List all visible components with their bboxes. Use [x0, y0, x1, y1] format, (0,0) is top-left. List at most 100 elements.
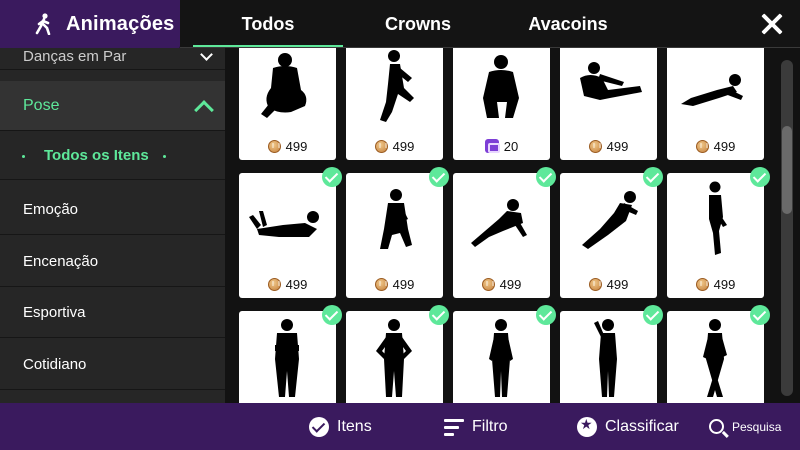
pose-standing-casual-icon — [489, 319, 513, 397]
animation-card[interactable]: 499 — [346, 48, 443, 160]
sort-label: Classificar — [605, 417, 679, 435]
sidebar-item-label: Encenação — [23, 253, 99, 270]
bullet-icon — [22, 155, 25, 158]
bottom-toolbar: Itens Filtro Classificar Pesquisa — [0, 403, 800, 450]
sidebar-item-dancas-em-par[interactable]: Danças em Par — [0, 48, 225, 70]
animation-card[interactable]: 499 — [453, 167, 556, 298]
avacoin-icon — [588, 277, 602, 291]
scrollbar-track[interactable] — [781, 60, 793, 396]
search-icon — [709, 419, 724, 434]
sidebar-item-emocao[interactable]: Emoção — [0, 185, 225, 235]
price-value: 499 — [499, 276, 522, 292]
search-button[interactable]: Pesquisa — [709, 403, 781, 450]
pose-reclined-icon — [582, 191, 638, 249]
price-value: 499 — [713, 138, 736, 154]
animation-card[interactable]: 499 — [560, 167, 663, 298]
pose-squat-icon — [483, 55, 519, 118]
scrollbar-thumb[interactable] — [782, 126, 792, 214]
sidebar-subitem-todos-os-itens[interactable]: Todos os Itens — [0, 132, 225, 180]
avacoin-icon — [267, 139, 281, 153]
chevron-up-icon — [194, 100, 214, 120]
animation-card[interactable]: 499 — [560, 48, 657, 160]
pose-lying-chin-icon — [249, 211, 319, 237]
animation-card[interactable]: 499 — [239, 167, 342, 298]
sidebar-item-label: Emoção — [23, 201, 79, 218]
animation-card[interactable]: 20 — [453, 48, 550, 160]
avacoin-icon — [267, 277, 281, 291]
pose-kneeling-side-icon — [380, 50, 414, 122]
section-title: Animações — [0, 0, 195, 48]
avacoin-icon — [374, 139, 388, 153]
price-tag: 499 — [239, 138, 336, 154]
animation-card[interactable]: 499 — [667, 167, 770, 298]
crown-currency-icon — [484, 139, 500, 153]
price-value: 499 — [392, 138, 415, 154]
pose-standing-crossed-legs-icon — [703, 319, 727, 397]
sidebar-item-cotidiano[interactable]: Cotidiano — [0, 340, 225, 390]
owned-check-icon — [536, 167, 556, 187]
price-tag: 499 — [667, 138, 764, 154]
price-tag: 499 — [560, 138, 657, 154]
avacoin-icon — [481, 277, 495, 291]
sidebar-item-encenacao[interactable]: Encenação — [0, 237, 225, 287]
animation-card[interactable] — [239, 305, 342, 403]
pose-sitting-knee-up-icon — [380, 189, 412, 249]
filter-button[interactable]: Filtro — [444, 403, 508, 450]
avacoin-icon — [374, 277, 388, 291]
animation-card[interactable] — [560, 305, 663, 403]
animation-card[interactable]: 499 — [346, 167, 449, 298]
animation-card[interactable] — [667, 305, 770, 403]
owned-check-icon — [750, 167, 770, 187]
animation-card[interactable]: 499 — [239, 48, 336, 160]
pose-standing-hand-head-icon — [594, 319, 617, 397]
tab-crowns[interactable]: Crowns — [343, 0, 493, 48]
animation-card[interactable] — [453, 305, 556, 403]
owned-check-icon — [429, 167, 449, 187]
tab-bar: Todos Crowns Avacoins — [180, 0, 800, 48]
price-tag: 499 — [346, 276, 443, 292]
animation-card[interactable] — [346, 305, 449, 403]
pose-lying-prone-icon — [681, 74, 743, 106]
pose-standing-arms-crossed-icon — [275, 319, 299, 397]
pose-lying-side-icon — [471, 199, 527, 247]
tab-todos[interactable]: Todos — [193, 0, 343, 48]
tab-avacoins[interactable]: Avacoins — [493, 0, 643, 48]
owned-check-icon — [322, 305, 342, 325]
owned-check-icon — [429, 305, 449, 325]
animation-card[interactable]: 499 — [667, 48, 764, 160]
category-sidebar: Danças em Par Pose Todos os Itens Emoção… — [0, 48, 225, 403]
check-circle-icon — [309, 416, 329, 437]
price-tag: 20 — [453, 138, 550, 154]
sort-button[interactable]: Classificar — [577, 403, 679, 450]
chevron-down-icon — [200, 48, 213, 61]
pose-standing-hands-hips-icon — [376, 319, 412, 397]
price-tag: 499 — [667, 276, 764, 292]
price-tag: 499 — [346, 138, 443, 154]
sidebar-item-esportiva[interactable]: Esportiva — [0, 288, 225, 338]
sidebar-item-pose[interactable]: Pose — [0, 81, 225, 131]
avacoin-icon — [588, 139, 602, 153]
owned-check-icon — [643, 305, 663, 325]
close-icon[interactable] — [758, 10, 786, 38]
items-button[interactable]: Itens — [309, 403, 372, 450]
owned-check-icon — [750, 305, 770, 325]
sidebar-item-label: Cotidiano — [23, 356, 87, 373]
price-value: 499 — [606, 138, 629, 154]
sidebar-item-label: Danças em Par — [23, 48, 127, 65]
bullet-icon — [163, 155, 166, 158]
sort-star-icon — [577, 416, 597, 437]
pose-sitting-knees-icon — [261, 53, 307, 118]
price-value: 499 — [285, 276, 308, 292]
owned-check-icon — [536, 305, 556, 325]
walking-person-icon — [35, 13, 51, 35]
sidebar-subitem-label: Todos os Itens — [44, 147, 149, 164]
owned-check-icon — [643, 167, 663, 187]
sidebar-item-label: Esportiva — [23, 304, 86, 321]
owned-check-icon — [322, 167, 342, 187]
price-value: 499 — [713, 276, 736, 292]
price-tag: 499 — [560, 276, 657, 292]
avacoin-icon — [695, 277, 709, 291]
pose-stretch-floor-icon — [580, 62, 642, 100]
filter-icon — [444, 417, 464, 437]
price-tag: 499 — [453, 276, 550, 292]
